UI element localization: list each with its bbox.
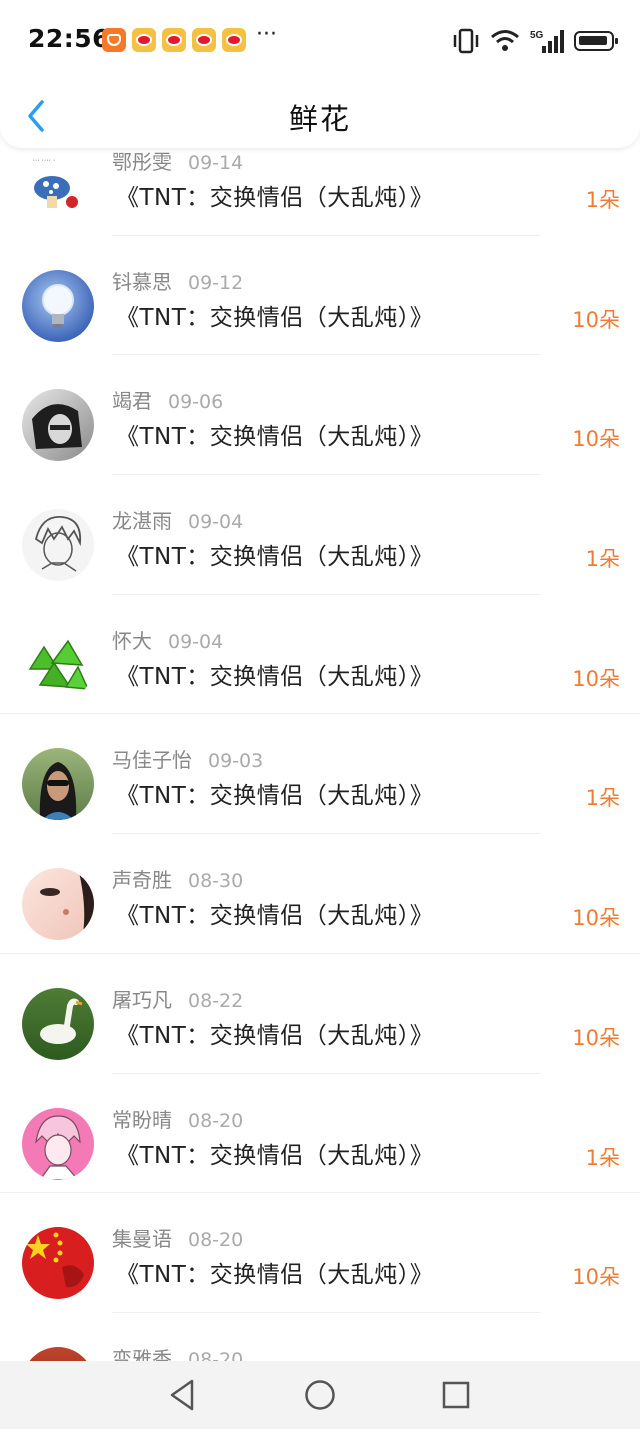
list-item[interactable]: 集曼语 08-20 《TNT：交换情侣（大乱炖）》 10朵 (0, 1193, 640, 1313)
user-name: 集曼语 08-20 (112, 1227, 244, 1252)
user-name: 怀大 09-04 (112, 628, 224, 653)
list-item[interactable]: 竭君 09-06 《TNT：交换情侣（大乱炖）》 10朵 (0, 355, 640, 476)
send-date: 09-12 (188, 271, 244, 294)
flower-count: 1朵 (585, 188, 620, 212)
orange-app-icon (102, 28, 126, 52)
book-title: 《TNT：交换情侣（大乱炖）》 (116, 783, 434, 810)
signal-icon: 5G (530, 30, 564, 53)
lightbulb-avatar (22, 269, 94, 342)
flower-count: 10朵 (572, 427, 620, 452)
send-date: 08-22 (188, 989, 244, 1012)
circle-home-icon (305, 1380, 335, 1410)
flower-count: 10朵 (572, 906, 620, 931)
book-title: 《TNT：交换情侣（大乱炖）》 (116, 903, 434, 930)
svg-text:·· ··· ···· ·: ·· ··· ···· · (26, 157, 55, 164)
book-title: 《TNT：交换情侣（大乱炖）》 (116, 185, 434, 211)
face-closeup-avatar (22, 868, 94, 941)
woman-sunglasses-avatar (22, 748, 94, 821)
system-icons: 5G (452, 26, 618, 56)
flower-count: 10朵 (572, 1265, 620, 1290)
user-name: 钭慕思 09-12 (112, 269, 244, 294)
book-title: 《TNT：交换情侣（大乱炖）》 (116, 304, 434, 331)
network-label: 5G (530, 30, 544, 41)
book-title: 《TNT：交换情侣（大乱炖）》 (116, 663, 434, 690)
weibo-icon (192, 28, 216, 52)
triangle-back-icon (170, 1379, 194, 1411)
user-name: 鄂彤雯 09-14 (112, 150, 244, 174)
list-item[interactable]: 马佳子怡 09-03 《TNT：交换情侣（大乱炖）》 1朵 (0, 714, 640, 835)
send-date: 09-03 (208, 750, 264, 773)
user-name: 声奇胜 08-30 (112, 868, 244, 893)
weibo-icon (162, 28, 186, 52)
book-title: 《TNT：交换情侣（大乱炖）》 (116, 1142, 434, 1169)
status-time: 22:56 (28, 24, 111, 53)
send-date: 09-06 (168, 391, 224, 414)
list-item[interactable]: 常盼晴 08-20 《TNT：交换情侣（大乱炖）》 1朵 (0, 1074, 640, 1194)
book-title: 《TNT：交换情侣（大乱炖）》 (116, 1022, 434, 1049)
list-item[interactable]: 龙湛雨 09-04 《TNT：交换情侣（大乱炖）》 1朵 (0, 475, 640, 595)
flag-avatar (22, 1227, 94, 1300)
send-date: 08-20 (188, 1109, 244, 1132)
weibo-icon (132, 28, 156, 52)
list-item[interactable]: 屠巧凡 08-22 《TNT：交换情侣（大乱炖）》 10朵 (0, 954, 640, 1074)
goose-avatar (22, 987, 94, 1060)
status-bar: 22:56 ··· 5G (0, 0, 640, 80)
send-date: 09-04 (168, 630, 224, 653)
flower-count: 1朵 (585, 786, 620, 811)
flower-list: ·· ··· ···· · 鄂彤雯 09-14 《TNT：交换情侣（大乱炖）》 1… (0, 146, 640, 1433)
flower-count: 10朵 (572, 307, 620, 332)
flower-count: 10朵 (572, 1025, 620, 1050)
page-title: 鲜花 (288, 102, 351, 136)
list-item[interactable]: 钭慕思 09-12 《TNT：交换情侣（大乱炖）》 10朵 (0, 236, 640, 356)
book-title: 《TNT：交换情侣（大乱炖）》 (116, 424, 434, 451)
user-name: 龙湛雨 09-04 (112, 509, 244, 534)
nav-back-button[interactable] (164, 1375, 204, 1415)
flower-count: 1朵 (585, 547, 620, 572)
anime-sketch-avatar (22, 509, 94, 582)
book-title: 《TNT：交换情侣（大乱炖）》 (116, 1262, 434, 1289)
send-date: 08-30 (188, 870, 244, 893)
nav-recents-button[interactable] (436, 1375, 476, 1415)
weibo-icon (222, 28, 246, 52)
nav-home-button[interactable] (300, 1375, 340, 1415)
zongzi-avatar (22, 628, 94, 701)
user-name: 屠巧凡 08-22 (112, 987, 244, 1012)
mushroom-avatar: ·· ··· ···· · (22, 150, 94, 222)
vibrate-icon (453, 28, 479, 54)
pink-anime-avatar (22, 1107, 94, 1180)
flower-count: 1朵 (585, 1145, 620, 1170)
more-notifications-icon: ··· (256, 22, 277, 47)
battery-icon (574, 31, 618, 51)
send-date: 09-04 (188, 511, 244, 534)
user-name: 马佳子怡 09-03 (112, 748, 264, 773)
list-item[interactable]: 怀大 09-04 《TNT：交换情侣（大乱炖）》 10朵 (0, 595, 640, 715)
user-name: 常盼晴 08-20 (112, 1107, 244, 1132)
wifi-icon (491, 30, 519, 51)
square-recents-icon (442, 1381, 470, 1409)
flower-count: 10朵 (572, 666, 620, 691)
header: 22:56 ··· 5G 鲜花 (0, 0, 640, 148)
list-item[interactable]: 声奇胜 08-30 《TNT：交换情侣（大乱炖）》 10朵 (0, 834, 640, 954)
send-date: 09-14 (188, 152, 244, 174)
book-title: 《TNT：交换情侣（大乱炖）》 (116, 544, 434, 571)
portrait-bw-avatar (22, 389, 94, 462)
user-name: 竭君 09-06 (112, 389, 224, 414)
system-nav-bar (0, 1361, 640, 1429)
send-date: 08-20 (188, 1229, 244, 1252)
